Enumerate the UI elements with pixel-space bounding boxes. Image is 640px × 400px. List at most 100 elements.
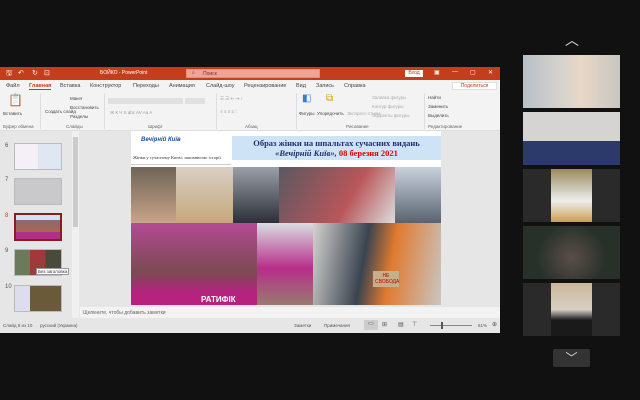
slide-thumbnail-8[interactable] <box>14 213 62 241</box>
tab-review[interactable]: Рецензирование <box>244 83 286 89</box>
restore-button[interactable]: ▢ <box>470 69 476 76</box>
thumb-number: 6 <box>5 143 9 149</box>
editing-group-label: Редактирование <box>428 124 463 129</box>
login-button[interactable]: Вход <box>405 70 423 77</box>
save-icon[interactable]: 🖫 <box>6 69 12 80</box>
shape-outline-button[interactable]: Контур фигуры <box>372 104 403 109</box>
tab-help[interactable]: Справка <box>344 83 366 89</box>
minimize-button[interactable]: — <box>452 69 458 75</box>
slide-title: Образ жінки на шпальтах сучасних видань … <box>232 136 441 160</box>
slide-thumbnail-6[interactable] <box>14 143 62 170</box>
shape-fill-button[interactable]: Заливка фигуры <box>372 95 406 100</box>
photo-march-crowd <box>279 167 395 223</box>
photo-woman-headset <box>131 167 176 223</box>
present-icon[interactable]: ⊡ <box>44 69 50 77</box>
select-button[interactable]: Выделить <box>428 113 449 118</box>
scrollbar-thumb[interactable] <box>73 137 78 227</box>
layout-button[interactable]: Макет <box>70 96 83 101</box>
reading-view-icon[interactable]: ▤ <box>398 321 404 328</box>
thumb-number: 10 <box>5 284 12 290</box>
ribbon-display-icon[interactable]: ▣ <box>434 69 440 76</box>
font-name-dropdown[interactable] <box>108 98 183 104</box>
scroll-down-button[interactable]: ﹀ <box>553 349 590 367</box>
arrange-button[interactable]: Упорядочить <box>317 111 344 116</box>
thumb-number: 8 <box>5 213 9 219</box>
fit-slide-icon[interactable]: ⊕ <box>492 321 497 328</box>
participant-video-2[interactable] <box>523 112 620 165</box>
slide-sorter-icon[interactable]: ⊞ <box>382 321 387 328</box>
clipboard-group-label: Буфер обмена <box>3 124 34 129</box>
tab-slideshow[interactable]: Слайд-шоу <box>206 83 235 89</box>
paragraph-group-label: Абзац <box>245 124 258 129</box>
newspaper-header: Вечірній Київ Жінки у сучасному Києві: з… <box>131 131 231 165</box>
slide-title-line1: Образ жінки на шпальтах сучасних видань <box>253 138 420 148</box>
font-group-label: Шрифт <box>148 124 163 129</box>
zoom-slider[interactable] <box>430 322 472 329</box>
newspaper-headline: Жінки у сучасному Києві: заповнюємо істо… <box>133 155 221 160</box>
slide-title-newspaper: «Вечірній Київ», <box>275 148 337 158</box>
notes-pane[interactable]: Щелкните, чтобы добавить заметки <box>80 307 500 318</box>
replace-button[interactable]: Заменить <box>428 104 448 109</box>
slide-counter: Слайд 8 из 10 <box>3 323 33 328</box>
tab-file[interactable]: Файл <box>6 83 20 89</box>
search-input[interactable]: ⌕ Поиск <box>186 69 320 78</box>
close-button[interactable]: ✕ <box>488 69 493 76</box>
tab-design[interactable]: Конструктор <box>90 83 121 89</box>
tab-record[interactable]: Запись <box>316 83 334 89</box>
window-title: БОЙКО - PowerPoint <box>100 70 148 76</box>
zoom-level[interactable]: 61% <box>478 323 487 328</box>
scroll-up-button[interactable]: ︿ <box>560 30 584 50</box>
notes-button[interactable]: Заметки <box>294 323 311 328</box>
tab-view[interactable]: Вид <box>296 83 306 89</box>
tab-insert[interactable]: Вставка <box>60 83 80 89</box>
photo-protest-banners: РАТИФІК <box>131 223 257 305</box>
banner-text: РАТИФІК <box>201 295 236 304</box>
participant-video-4[interactable] <box>523 226 620 279</box>
participant-video-3[interactable] <box>523 169 620 222</box>
redo-icon[interactable]: ↻ <box>32 69 38 77</box>
photo-square-banner <box>257 223 313 305</box>
slideshow-icon[interactable]: ⊤ <box>412 321 417 328</box>
share-button[interactable]: Поделиться <box>452 82 497 90</box>
tab-home[interactable]: Главная <box>29 83 52 90</box>
shape-effects-button[interactable]: Эффекты фигуры <box>372 113 410 118</box>
photo-woman-writing <box>176 167 233 223</box>
protest-sign: НЕ СВОБОДА <box>373 271 400 287</box>
status-bar: Слайд 8 из 10 русский (Украина) Заметки … <box>0 318 500 333</box>
font-size-dropdown[interactable] <box>185 98 205 104</box>
slide-title-date: 08 березня 2021 <box>336 148 398 158</box>
arrange-icon[interactable]: ⧉ <box>326 93 333 104</box>
language-indicator[interactable]: русский (Украина) <box>40 323 78 328</box>
photo-wheelchair-protest: НЕ СВОБОДА <box>313 223 441 305</box>
reset-button[interactable]: Восстановить <box>70 105 99 110</box>
paste-icon[interactable]: 📋 <box>8 93 23 107</box>
slide-thumbnail-10[interactable] <box>14 285 62 312</box>
search-placeholder: Поиск <box>203 71 217 77</box>
slide-thumbnails-pane: 6 7 8 9 Без заголовка 10 <box>0 131 72 318</box>
font-format-buttons[interactable]: Ж К Ч S abc AV Aa A <box>110 110 152 115</box>
thumbnails-scrollbar[interactable] <box>72 131 79 318</box>
slide-canvas[interactable]: Вечірній Київ Жінки у сучасному Києві: з… <box>131 131 441 305</box>
align-buttons[interactable]: ≡ ≡ ≡ ≡ ⫶ <box>220 109 237 114</box>
normal-view-icon[interactable]: ▭ <box>364 320 378 330</box>
search-icon: ⌕ <box>192 70 195 76</box>
find-button[interactable]: Найти <box>428 95 441 100</box>
shapes-button[interactable]: Фигуры <box>299 111 315 116</box>
ribbon: 📋 Вставить Буфер обмена Создать слайд Ма… <box>0 91 500 131</box>
slide-thumbnail-7[interactable] <box>14 178 62 205</box>
shapes-icon[interactable]: ◧ <box>302 93 311 104</box>
tab-transitions[interactable]: Переходы <box>133 83 159 89</box>
sections-button[interactable]: Разделы <box>70 114 88 119</box>
title-bar: 🖫 ↶ ↻ ⊡ БОЙКО - PowerPoint ⌕ Поиск Вход ▣… <box>0 67 500 80</box>
participant-video-1[interactable] <box>523 55 620 108</box>
photo-woman-profile <box>233 167 279 223</box>
zoom-slider-thumb[interactable] <box>441 322 443 329</box>
list-buttons[interactable]: ☰ ☰ ⇤ ⇥ ↕ <box>220 96 243 102</box>
undo-icon[interactable]: ↶ <box>18 69 24 77</box>
ribbon-tabs: Файл Главная Вставка Конструктор Переход… <box>0 80 500 91</box>
tab-animation[interactable]: Анимация <box>169 83 195 89</box>
powerpoint-window: 🖫 ↶ ↻ ⊡ БОЙКО - PowerPoint ⌕ Поиск Вход ▣… <box>0 67 500 333</box>
comments-button[interactable]: Примечания <box>324 323 350 328</box>
participant-video-5[interactable] <box>523 283 620 336</box>
paste-button[interactable]: Вставить <box>3 111 22 116</box>
